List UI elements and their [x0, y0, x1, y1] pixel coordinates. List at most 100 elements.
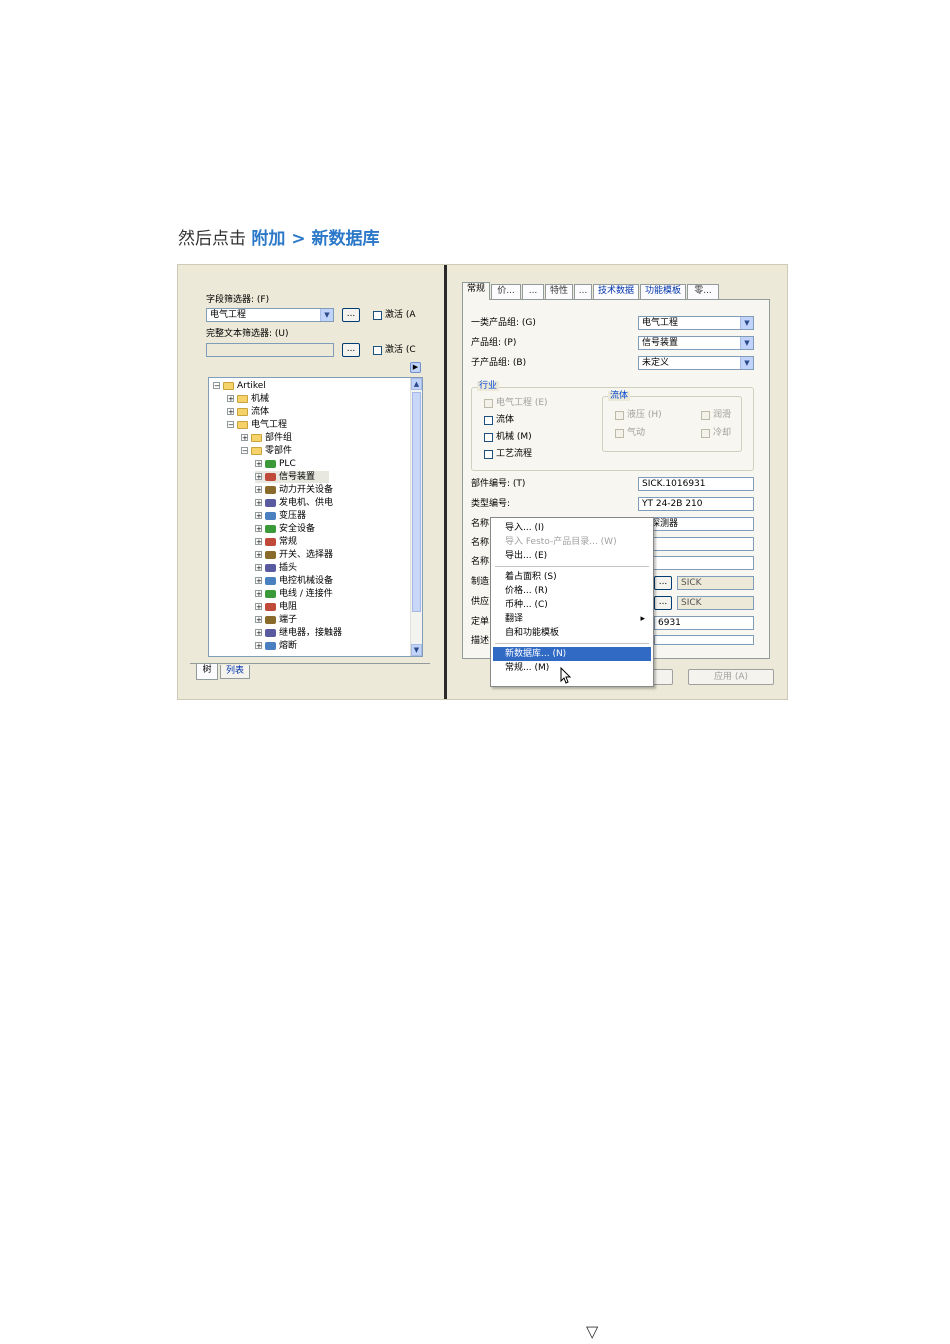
expand-icon[interactable]: + — [255, 512, 262, 520]
expand-icon[interactable]: + — [255, 590, 262, 598]
expand-icon[interactable]: + — [255, 603, 262, 611]
tab-1[interactable]: 价... — [491, 284, 521, 299]
tab-7[interactable]: 零... — [687, 284, 719, 299]
product-group-select[interactable]: 未定义 ▼ — [638, 356, 754, 370]
tab-3[interactable]: 特性 — [545, 284, 573, 299]
field-filter-browse-button[interactable]: ... — [342, 308, 360, 322]
tree-item[interactable]: + 常规 — [255, 536, 297, 548]
instruction-caption: 然后点击 附加 > 新数据库 — [178, 224, 380, 249]
tree-item[interactable]: + 流体 — [227, 406, 269, 418]
order-input[interactable]: 6931 — [654, 616, 754, 630]
manufacturer-browse-button[interactable]: ... — [654, 576, 672, 590]
expand-icon[interactable]: + — [255, 460, 262, 468]
tab-6[interactable]: 功能模板 — [640, 284, 686, 299]
tab-list[interactable]: 列表 — [220, 665, 250, 679]
pneumatic-checkbox[interactable] — [615, 429, 624, 438]
tab-0[interactable]: 常规 — [462, 282, 490, 300]
expand-icon[interactable]: + — [255, 642, 262, 650]
tree-item[interactable]: + 开关、选择器 — [255, 549, 333, 561]
menu-item[interactable]: 自和功能模板 — [493, 626, 651, 640]
expand-icon[interactable]: + — [255, 616, 262, 624]
tab-2[interactable]: ... — [522, 284, 544, 299]
tree-item[interactable]: + 电阻 — [255, 601, 297, 613]
tree-item[interactable]: + 电控机械设备 — [255, 575, 333, 587]
menu-item[interactable]: 新数据库... (N) — [493, 647, 651, 661]
menu-item[interactable]: 着占面积 (S) — [493, 570, 651, 584]
tree-item[interactable]: + 变压器 — [255, 510, 306, 522]
manufacturer-input[interactable]: SICK — [677, 576, 754, 590]
menu-item[interactable]: 导入... (I) — [493, 521, 651, 535]
process-checkbox[interactable] — [484, 450, 493, 459]
name-input-3[interactable] — [638, 556, 754, 570]
scroll-up-icon[interactable]: ▲ — [411, 378, 422, 390]
tree-item[interactable]: + 电线 / 连接件 — [255, 588, 333, 600]
menu-item[interactable]: 导出... (E) — [493, 549, 651, 563]
tab-5[interactable]: 技术数据 — [593, 284, 639, 299]
expand-icon[interactable]: + — [227, 408, 234, 416]
expand-icon[interactable]: + — [255, 486, 262, 494]
tree-item[interactable]: − Artikel — [213, 380, 266, 392]
activate-checkbox-2[interactable] — [373, 346, 382, 355]
electrical-checkbox[interactable] — [484, 399, 493, 408]
tree-item[interactable]: − 零部件 — [241, 445, 292, 457]
tree-item[interactable]: + 信号装置 — [255, 471, 330, 483]
expand-icon[interactable]: + — [255, 629, 262, 637]
mechanical-checkbox[interactable] — [484, 433, 493, 442]
hydraulic-checkbox[interactable] — [615, 411, 624, 420]
description-input[interactable] — [654, 635, 754, 645]
scroll-down-icon[interactable]: ▼ — [411, 644, 422, 656]
field-filter-select[interactable]: 电气工程 ▼ — [206, 308, 334, 322]
tab-tree[interactable]: 树 — [196, 664, 218, 680]
category-tree[interactable]: ▲ ▼ − Artikel + 机械 + 流体 − 电气工程 + 部件组 − 零部件 + PLC + 信号装置… — [208, 377, 423, 657]
tree-item[interactable]: + 动力开关设备 — [255, 484, 333, 496]
menu-item-label: 导入 Festo-产品目录... (W) — [505, 537, 617, 547]
name-input-2[interactable] — [638, 537, 754, 551]
tree-item[interactable]: + 插头 — [255, 562, 297, 574]
menu-item[interactable]: 常规... (M) — [493, 661, 651, 675]
tree-item[interactable]: + 端子 — [255, 614, 297, 626]
collapse-icon[interactable]: − — [213, 382, 220, 390]
tree-item[interactable]: + PLC — [255, 458, 296, 470]
tree-item[interactable]: + 发电机、供电 — [255, 497, 333, 509]
tree-item[interactable]: + 熔断 — [255, 640, 297, 652]
collapse-icon[interactable]: − — [227, 421, 234, 429]
menu-item[interactable]: 翻译 ▸ — [493, 612, 651, 626]
tree-item[interactable]: + 继电器，接触器 — [255, 627, 342, 639]
expand-icon[interactable]: + — [255, 473, 262, 481]
tree-item[interactable]: − 电气工程 — [227, 419, 287, 431]
panel-splitter[interactable] — [444, 265, 447, 699]
expand-icon[interactable]: + — [255, 564, 262, 572]
product-group-select[interactable]: 信号装置 ▼ — [638, 336, 754, 350]
expand-icon[interactable]: + — [255, 538, 262, 546]
expand-icon[interactable]: + — [255, 499, 262, 507]
expand-icon[interactable]: + — [255, 551, 262, 559]
type-number-input[interactable]: YT 24-2B 210 — [638, 497, 754, 511]
lubrication-checkbox[interactable] — [701, 411, 710, 420]
cooling-checkbox[interactable] — [701, 429, 710, 438]
expand-icon[interactable]: + — [241, 434, 248, 442]
expand-icon[interactable]: + — [255, 577, 262, 585]
supplier-input[interactable]: SICK — [677, 596, 754, 610]
menu-item: 导入 Festo-产品目录... (W) — [493, 535, 651, 549]
fulltext-filter-browse-button[interactable]: ... — [342, 343, 360, 357]
expand-icon[interactable]: + — [227, 395, 234, 403]
supplier-browse-button[interactable]: ... — [654, 596, 672, 610]
apply-button[interactable]: 应用 (A) — [688, 669, 774, 685]
fulltext-filter-input[interactable] — [206, 343, 334, 357]
expand-arrow-icon[interactable]: ▶ — [410, 362, 421, 373]
tree-item[interactable]: + 部件组 — [241, 432, 292, 444]
scroll-thumb[interactable] — [412, 392, 421, 612]
tab-4[interactable]: ... — [574, 284, 592, 299]
name-input-1[interactable]: 射探测器 — [638, 517, 754, 531]
product-group-select[interactable]: 电气工程 ▼ — [638, 316, 754, 330]
tree-item[interactable]: + 机械 — [227, 393, 269, 405]
activate-checkbox-1[interactable] — [373, 311, 382, 320]
part-number-input[interactable]: SICK.1016931 — [638, 477, 754, 491]
tree-scrollbar[interactable]: ▲ ▼ — [410, 378, 422, 656]
menu-item[interactable]: 币种... (C) — [493, 598, 651, 612]
collapse-icon[interactable]: − — [241, 447, 248, 455]
fluid-checkbox[interactable] — [484, 416, 493, 425]
menu-item[interactable]: 价格... (R) — [493, 584, 651, 598]
expand-icon[interactable]: + — [255, 525, 262, 533]
tree-item[interactable]: + 安全设备 — [255, 523, 315, 535]
